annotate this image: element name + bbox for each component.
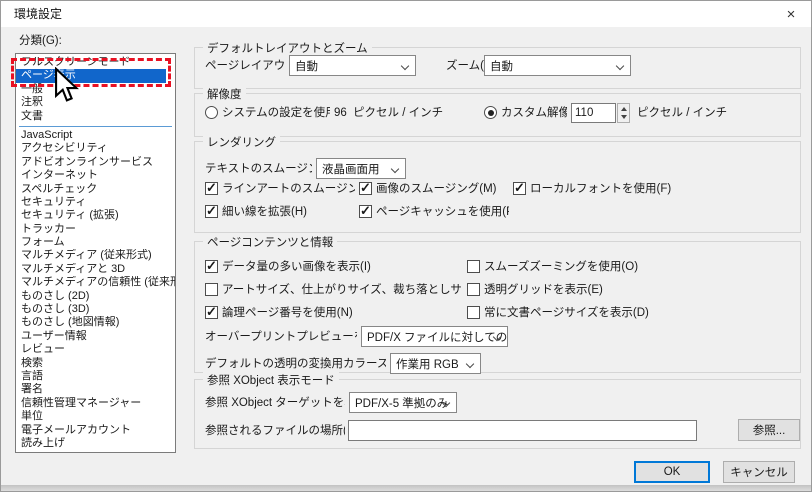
section-title: レンダリング	[203, 134, 280, 150]
category-item[interactable]: 言語	[16, 370, 175, 383]
transparency-colorspace-label: デフォルトの透明の変換用カラースペース(C):	[205, 357, 386, 371]
zoom-value: 自動	[490, 58, 513, 74]
checkbox-label: 常に文書ページサイズを表示(D)	[484, 306, 649, 320]
overprint-preview-label: オーバープリントプレビューを使用(W):	[205, 330, 357, 344]
referenced-file-location-input[interactable]	[348, 420, 697, 441]
checkbox-label: 透明グリッドを表示(E)	[484, 283, 603, 297]
text-smoothing-label: テキストのスムージング(T):	[205, 162, 312, 176]
chevron-down-icon	[401, 62, 409, 70]
system-resolution-radio[interactable]	[205, 106, 218, 119]
referenced-file-location-label: 参照されるファイルの場所(C):	[205, 424, 345, 438]
overprint-preview-value: PDF/X ファイルに対してのみ	[367, 329, 508, 345]
section-title: 参照 XObject 表示モード	[203, 372, 339, 388]
show-art-trim-bleed-checkbox[interactable]	[205, 283, 218, 296]
category-item[interactable]: インターネット	[16, 169, 175, 182]
titlebar: 環境設定 ×	[1, 1, 811, 27]
use-local-fonts-checkbox[interactable]	[513, 182, 526, 195]
category-item-comments[interactable]: 注釈	[16, 96, 175, 109]
cancel-button[interactable]: キャンセル	[723, 461, 795, 483]
spinner-up-icon[interactable]	[621, 107, 627, 111]
category-item[interactable]: セキュリティ (拡張)	[16, 209, 175, 222]
category-item[interactable]: アドビオンラインサービス	[16, 156, 175, 169]
selection-annotation	[11, 58, 171, 87]
custom-resolution-input[interactable]	[571, 103, 616, 123]
smooth-zooming-checkbox[interactable]	[467, 260, 480, 273]
use-logical-page-numbers-checkbox[interactable]	[205, 306, 218, 319]
checkbox-label: ラインアートのスムージング(A)	[222, 182, 355, 196]
category-item[interactable]: 署名	[16, 383, 175, 396]
system-resolution-value: 96	[334, 106, 347, 120]
transparency-colorspace-value: 作業用 RGB	[396, 356, 459, 372]
section-title: 解像度	[203, 86, 246, 102]
ok-button[interactable]: OK	[634, 461, 710, 483]
checkbox-label: 論理ページ番号を使用(N)	[222, 306, 353, 320]
category-item[interactable]: アクセシビリティ	[16, 142, 175, 155]
custom-resolution-unit: ピクセル / インチ	[637, 106, 727, 120]
checkbox-label: データ量の多い画像を表示(I)	[222, 260, 371, 274]
custom-resolution-label: カスタム解像度(R):	[501, 106, 567, 120]
category-item[interactable]: 読み上げ	[16, 437, 175, 450]
close-icon[interactable]: ×	[779, 5, 803, 24]
checkbox-label: 画像のスムージング(M)	[376, 182, 497, 196]
category-item[interactable]: フォーム	[16, 236, 175, 249]
xobject-target-select[interactable]: PDF/X-5 準拠のみ	[349, 392, 457, 413]
checkbox-label: スムーズズーミングを使用(O)	[484, 260, 638, 274]
category-item[interactable]: JavaScript	[16, 129, 175, 142]
category-item[interactable]: ものさし (3D)	[16, 303, 175, 316]
category-item[interactable]: レビュー	[16, 343, 175, 356]
checkbox-label: アートサイズ、仕上がりサイズ、裁ち落としサイズを表示(B)	[222, 283, 462, 297]
spinner-down-icon[interactable]	[621, 115, 627, 119]
chevron-down-icon	[616, 62, 624, 70]
browse-button[interactable]: 参照...	[738, 419, 800, 441]
window-bottom-edge	[1, 485, 811, 492]
category-item[interactable]: トラッカー	[16, 223, 175, 236]
category-item[interactable]: 単位	[16, 410, 175, 423]
xobject-target-value: PDF/X-5 準拠のみ	[355, 395, 448, 411]
zoom-select[interactable]: 自動	[484, 55, 631, 76]
dialog-title: 環境設定	[14, 1, 62, 27]
xobject-target-label: 参照 XObject ターゲットを表示(X):	[205, 396, 345, 410]
category-listbox[interactable]: フルスクリーンモード ページ表示 一般 注釈 文書 JavaScript アクセ…	[15, 53, 176, 453]
chevron-down-icon	[391, 165, 399, 173]
checkbox-label: ローカルフォントを使用(F)	[530, 182, 671, 196]
text-smoothing-value: 液晶画面用	[322, 161, 380, 177]
category-item[interactable]: 信頼性管理マネージャー	[16, 397, 175, 410]
category-separator	[19, 126, 172, 127]
use-page-cache-checkbox[interactable]	[359, 205, 372, 218]
line-art-smoothing-checkbox[interactable]	[205, 182, 218, 195]
category-item[interactable]: 検索	[16, 357, 175, 370]
overprint-preview-select[interactable]: PDF/X ファイルに対してのみ	[361, 326, 508, 347]
show-large-images-checkbox[interactable]	[205, 260, 218, 273]
category-item-documents[interactable]: 文書	[16, 110, 175, 123]
category-item[interactable]: 電子メールアカウント	[16, 424, 175, 437]
category-item[interactable]: マルチメディアの信頼性 (従来形式)	[16, 276, 175, 289]
chevron-down-icon	[466, 360, 474, 368]
category-item[interactable]: スペルチェック	[16, 183, 175, 196]
custom-resolution-stepper[interactable]	[617, 103, 630, 123]
checkbox-label: ページキャッシュを使用(P)	[376, 205, 509, 219]
transparency-colorspace-select[interactable]: 作業用 RGB	[390, 353, 481, 374]
enhance-thin-lines-checkbox[interactable]	[205, 205, 218, 218]
section-title: ページコンテンツと情報	[203, 234, 337, 250]
system-resolution-label: システムの設定を使用(S):	[222, 106, 330, 120]
category-item[interactable]: マルチメディア (従来形式)	[16, 249, 175, 262]
mouse-cursor-icon	[54, 67, 79, 103]
always-show-page-size-checkbox[interactable]	[467, 306, 480, 319]
page-layout-select[interactable]: 自動	[289, 55, 416, 76]
page-layout-value: 自動	[295, 58, 318, 74]
image-smoothing-checkbox[interactable]	[359, 182, 372, 195]
category-item[interactable]: ものさし (地図情報)	[16, 316, 175, 329]
section-title: デフォルトレイアウトとズーム	[203, 40, 372, 56]
text-smoothing-select[interactable]: 液晶画面用	[316, 158, 406, 179]
categories-label: 分類(G):	[19, 34, 62, 48]
show-transparency-grid-checkbox[interactable]	[467, 283, 480, 296]
category-item[interactable]: マルチメディアと 3D	[16, 263, 175, 276]
checkbox-label: 細い線を拡張(H)	[222, 205, 307, 219]
category-item[interactable]: ものさし (2D)	[16, 290, 175, 303]
category-item[interactable]: セキュリティ	[16, 196, 175, 209]
custom-resolution-radio[interactable]	[484, 106, 497, 119]
system-resolution-unit: ピクセル / インチ	[353, 106, 443, 120]
preferences-dialog: 環境設定 × 分類(G): フルスクリーンモード ページ表示 一般 注釈 文書 …	[0, 0, 812, 492]
category-item[interactable]: ユーザー情報	[16, 330, 175, 343]
